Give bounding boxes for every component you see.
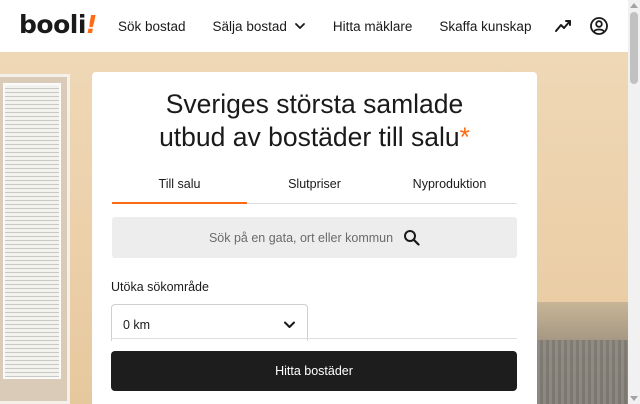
site-header: booli! Sök bostad Sälja bostad Hitta mäk… bbox=[0, 0, 628, 52]
nav-skaffa-kunskap[interactable]: Skaffa kunskap bbox=[439, 19, 531, 34]
page-scrollbar[interactable] bbox=[628, 0, 640, 404]
nav-label: Skaffa kunskap bbox=[439, 18, 532, 34]
account-icon[interactable] bbox=[589, 16, 609, 36]
nav-salja-bostad[interactable]: Sälja bostad bbox=[213, 19, 306, 34]
nav-hitta-maklare[interactable]: Hitta mäklare bbox=[333, 19, 413, 34]
area-label: Utöka sökområde bbox=[111, 280, 209, 294]
nav-sok-bostad[interactable]: Sök bostad bbox=[118, 19, 186, 34]
search-card: Sveriges största samlade utbud av bostäd… bbox=[92, 72, 537, 404]
area-select-value: 0 km bbox=[123, 318, 151, 332]
tab-nyproduktion[interactable]: Nyproduktion bbox=[382, 172, 517, 203]
search-tabs: Till salu Slutpriser Nyproduktion bbox=[112, 172, 517, 204]
scroll-up-arrow-icon[interactable] bbox=[630, 3, 638, 8]
search-placeholder: Sök på en gata, ort eller kommun bbox=[208, 230, 394, 245]
trend-icon[interactable] bbox=[554, 16, 574, 36]
divider bbox=[111, 338, 517, 339]
chevron-down-icon bbox=[294, 23, 305, 29]
nav-label: Hitta mäklare bbox=[332, 18, 413, 34]
tab-slutpriser[interactable]: Slutpriser bbox=[247, 172, 382, 203]
title-line-2: utbud av bostäder till salu bbox=[159, 122, 460, 152]
nav-label: Sök bostad bbox=[118, 18, 186, 34]
booli-logo[interactable]: booli! bbox=[19, 10, 97, 40]
title-asterisk: * bbox=[459, 122, 470, 152]
page-title: Sveriges största samlade utbud av bostäd… bbox=[92, 88, 537, 154]
logo-mark: ! bbox=[85, 10, 97, 39]
search-input[interactable]: Sök på en gata, ort eller kommun bbox=[112, 217, 517, 258]
find-homes-label: Hitta bostäder bbox=[275, 364, 353, 378]
find-homes-button[interactable]: Hitta bostäder bbox=[111, 351, 517, 391]
nav-label: Sälja bostad bbox=[212, 18, 287, 34]
title-line-1: Sveriges största samlade bbox=[165, 89, 464, 119]
chevron-down-icon bbox=[284, 321, 295, 328]
area-select[interactable]: 0 km bbox=[111, 304, 308, 341]
scroll-down-arrow-icon[interactable] bbox=[630, 396, 638, 401]
window-blinds bbox=[3, 83, 61, 379]
search-icon[interactable] bbox=[403, 229, 420, 246]
main-nav: Sök bostad Sälja bostad Hitta mäklare Sk… bbox=[118, 0, 558, 52]
wall-radiator bbox=[537, 340, 628, 404]
scroll-thumb[interactable] bbox=[630, 12, 638, 84]
tab-till-salu[interactable]: Till salu bbox=[112, 172, 247, 204]
hero-window-image bbox=[0, 74, 70, 404]
logo-text: booli bbox=[19, 10, 86, 39]
